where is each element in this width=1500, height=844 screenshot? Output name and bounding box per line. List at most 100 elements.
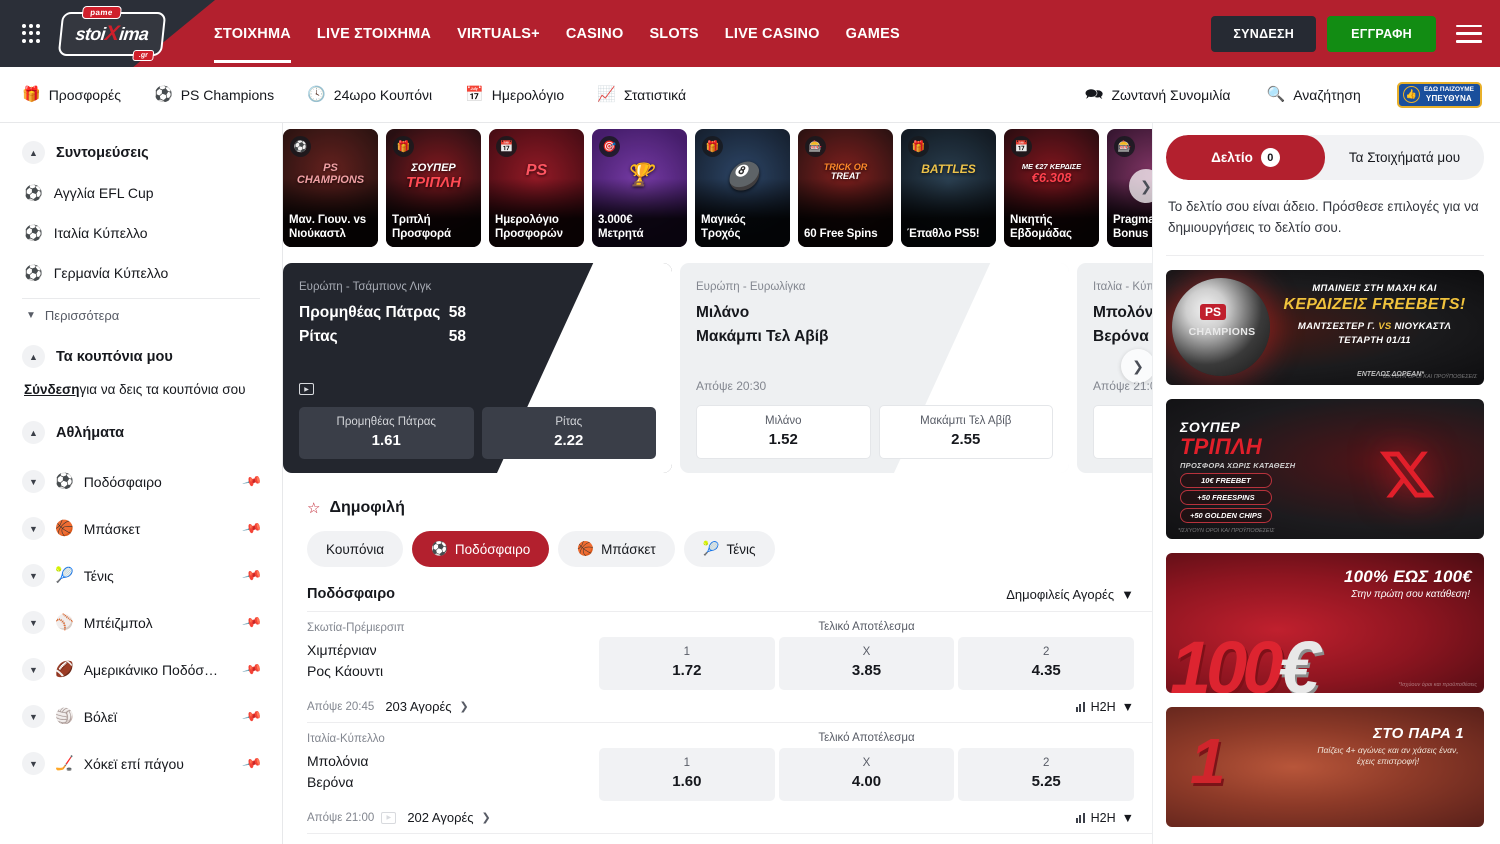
nav-virtuals[interactable]: VIRTUALS+ <box>457 4 540 63</box>
sidebar-sport-tennis[interactable]: ▼ 🎾 Τένις 📌 <box>22 552 260 599</box>
h2h-button[interactable]: H2H ▼ <box>1076 811 1134 825</box>
odd-button[interactable]: Προμηθέας Πάτρας 1.61 <box>299 407 474 459</box>
promo-banner-sto-para-1[interactable]: 1 ΣΤΟ ΠΑΡΑ 1 Παίζεις 4+ αγώνες και αν χά… <box>1166 707 1484 827</box>
table-row[interactable] <box>307 833 1152 839</box>
promo-card[interactable]: 🎱 🎁 Μαγικός Τροχός <box>695 129 790 247</box>
featured-match-card[interactable]: Ευρώπη - Ευρωλίγκα Μιλάνο Μακάμπι Τελ Αβ… <box>680 263 1069 473</box>
sidebar-sports-header[interactable]: ▲ Αθλήματα <box>22 421 260 444</box>
h2h-button[interactable]: H2H ▼ <box>1076 700 1134 714</box>
pin-icon[interactable]: 📌 <box>241 753 263 775</box>
sidebar-shortcuts-header[interactable]: ▲ Συντομεύσεις <box>22 141 260 164</box>
chevron-down-icon[interactable]: ▼ <box>22 658 45 681</box>
nav-live-stoixima[interactable]: LIVE ΣΤΟΙΧΗΜΑ <box>317 4 431 63</box>
featured-match-card[interactable]: Ευρώπη - Τσάμπιονς Λιγκ Προμηθέας Πάτρας… <box>283 263 672 473</box>
site-logo[interactable]: pame stoi X ima .gr <box>57 9 167 59</box>
subnav-calendar[interactable]: 📅 Ημερολόγιο <box>465 87 564 103</box>
pin-icon[interactable]: 📌 <box>241 518 263 540</box>
tab-tennis[interactable]: 🎾 Τένις <box>684 531 775 567</box>
odd-button-1[interactable]: 1 1.60 <box>599 748 775 801</box>
sidebar-sport-basket[interactable]: ▼ 🏀 Μπάσκετ 📌 <box>22 505 260 552</box>
odd-button[interactable]: Μιλάνο 1.52 <box>696 405 871 459</box>
sidebar-sport-american-football[interactable]: ▼ 🏈 Αμερικάνικο Ποδόσ… 📌 <box>22 646 260 693</box>
nav-casino[interactable]: CASINO <box>566 4 624 63</box>
nav-slots[interactable]: SLOTS <box>649 4 698 63</box>
responsible-gaming-badge[interactable]: 👍 ΕΔΩ ΠΑΙΖΟΥΜΕ ΥΠΕΥΘΥΝΑ <box>1397 82 1482 108</box>
hamburger-menu-icon[interactable] <box>1456 25 1482 43</box>
promo-card[interactable]: PS 📅 Ημερολόγιο Προσφορών <box>489 129 584 247</box>
sidebar-more-button[interactable]: ▼ Περισσότερα <box>22 308 260 323</box>
table-row[interactable]: Σκωτία-Πρέμιερσιπ Χιμπέρνιαν Ρος Κάουντι… <box>307 611 1152 722</box>
subnav-ps-champions[interactable]: ⚽ PS Champions <box>154 87 274 103</box>
nav-stoixima[interactable]: ΣΤΟΙΧΗΜΑ <box>214 4 291 63</box>
odd-button[interactable]: Μακάμπι Τελ Αβίβ 2.55 <box>879 405 1054 459</box>
promo-card[interactable]: 🏆 🎯 3.000€ Μετρητά <box>592 129 687 247</box>
sidebar-coupons-header[interactable]: ▲ Τα κουπόνια μου <box>22 345 260 368</box>
nav-games[interactable]: GAMES <box>846 4 900 63</box>
chevron-down-icon[interactable]: ▼ <box>22 611 45 634</box>
sidebar-sport-volleyball[interactable]: ▼ 🏐 Βόλεϊ 📌 <box>22 693 260 740</box>
tab-basket[interactable]: 🏀 Μπάσκετ <box>558 531 674 567</box>
chevron-right-icon[interactable]: ❯ <box>482 811 491 824</box>
odd-value: 1.61 <box>303 432 470 449</box>
sidebar-sport-ice-hockey[interactable]: ▼ 🏒 Χόκεϊ επί πάγου 📌 <box>22 740 260 787</box>
sidebar-sport-podosfairo[interactable]: ▼ ⚽ Ποδόσφαιρο 📌 <box>22 458 260 505</box>
promo-card-title: Μαν. Γιουν. vs Νιούκαστλ <box>289 213 372 241</box>
pin-icon[interactable]: 📌 <box>241 659 263 681</box>
matches-carousel-next-button[interactable]: ❯ <box>1121 349 1152 383</box>
subnav-live-chat[interactable]: 🗪 Ζωντανή Συνομιλία <box>1085 87 1231 103</box>
chevron-down-icon[interactable]: ▼ <box>22 705 45 728</box>
sidebar-shortcut-italia-kypello[interactable]: ⚽ Ιταλία Κύπελλο <box>22 218 260 248</box>
promo-card[interactable]: ΜΕ €27 ΚΕΡΔΙΣΕ€6.308 📅 Νικητής Εβδομάδας <box>1004 129 1099 247</box>
tv-stream-icon[interactable]: ▶ <box>381 812 396 824</box>
table-row[interactable]: Ιταλία-Κύπελλο Μπολόνια Βερόνα Τελικό Απ… <box>307 722 1152 833</box>
pin-icon[interactable]: 📌 <box>241 565 263 587</box>
apps-grid-icon[interactable] <box>21 24 41 44</box>
basketball-icon: 🏀 <box>55 521 74 536</box>
pin-icon[interactable]: 📌 <box>241 612 263 634</box>
pin-icon[interactable]: 📌 <box>241 471 263 493</box>
match-row-markets-count[interactable]: 203 Αγορές <box>385 699 451 714</box>
promo-banner-ps-champions[interactable]: PS CHAMPIONS ΜΠΑΙΝΕΙΣ ΣΤΗ ΜΑΧΗ ΚΑΙ ΚΕΡΔΙ… <box>1166 270 1484 385</box>
promo-card[interactable]: PSCHAMPIONS ⚽ Μαν. Γιουν. vs Νιούκαστλ <box>283 129 378 247</box>
odd-button-2[interactable]: 2 5.25 <box>958 748 1134 801</box>
match-row-markets-count[interactable]: 202 Αγορές <box>407 810 473 825</box>
subnav-search[interactable]: 🔍 Αναζήτηση <box>1267 87 1361 103</box>
register-button[interactable]: ΕΓΓΡΑΦΗ <box>1327 16 1436 52</box>
tab-koupinia[interactable]: Κουπόνια <box>307 531 403 567</box>
sidebar-sport-baseball[interactable]: ▼ ⚾ Μπέιζμπολ 📌 <box>22 599 260 646</box>
odd-button[interactable]: Ρίτας 2.22 <box>482 407 657 459</box>
sidebar-shortcut-efl-cup[interactable]: ⚽ Αγγλία EFL Cup <box>22 178 260 208</box>
featured-match-card[interactable]: Ιταλία - Κύπελλο Μπολόνια Βερόνα Απόψε 2… <box>1077 263 1152 473</box>
promo-banner-super-tripli[interactable]: 𝕩 ΣΟΥΠΕΡ ΤΡΙΠΛΗ ΠΡΟΣΦΟΡΑ ΧΩΡΙΣ ΚΑΤΑΘΕΣΗ … <box>1166 399 1484 539</box>
chevron-down-icon[interactable]: ▼ <box>22 470 45 493</box>
tab-my-bets[interactable]: Τα Στοιχήματά μου <box>1325 135 1484 180</box>
odd-button-1[interactable]: 1 1.72 <box>599 637 775 690</box>
promo-banner-welcome-bonus[interactable]: 100% ΕΩΣ 100€ Στην πρώτη σου κατάθεση! 1… <box>1166 553 1484 693</box>
promo-card[interactable]: ΣΟΥΠΕΡΤΡΙΠΛΗ 🎁 Τριπλή Προσφορά <box>386 129 481 247</box>
login-button[interactable]: ΣΥΝΔΕΣΗ <box>1211 16 1316 52</box>
tab-podosfairo[interactable]: ⚽ Ποδόσφαιρο <box>412 531 549 567</box>
subnav-statistics[interactable]: 📈 Στατιστικά <box>597 87 686 103</box>
odd-button-2[interactable]: 2 4.35 <box>958 637 1134 690</box>
top-header: pame stoi X ima .gr ΣΤΟΙΧΗΜΑ LIVE ΣΤΟΙΧΗ… <box>0 0 1500 67</box>
pin-icon[interactable]: 📌 <box>241 706 263 728</box>
chevron-down-icon[interactable]: ▼ <box>22 564 45 587</box>
volleyball-icon: 🏐 <box>55 709 74 724</box>
promo-card[interactable]: TRICK ORTREAT 🎰 60 Free Spins <box>798 129 893 247</box>
sidebar-login-link[interactable]: Σύνδεση <box>24 382 80 397</box>
chevron-down-icon[interactable]: ▼ <box>22 517 45 540</box>
subnav-24h-coupon[interactable]: 🕓 24ωρο Κουπόνι <box>307 87 432 103</box>
promo-card[interactable]: BATTLES 🎁 Έπαθλο PS5! <box>901 129 996 247</box>
chevron-right-icon[interactable]: ❯ <box>460 700 469 713</box>
odd-value: 1.60 <box>603 773 771 790</box>
tab-betslip[interactable]: Δελτίο 0 <box>1166 135 1325 180</box>
odd-button[interactable]: 1 1.60 <box>1093 405 1152 459</box>
tv-stream-icon[interactable]: ▶ <box>299 383 314 395</box>
markets-selector[interactable]: Δημοφιλείς Αγορές ▼ <box>1006 587 1134 602</box>
sidebar-shortcut-germania-kypello[interactable]: ⚽ Γερμανία Κύπελλο <box>22 258 260 288</box>
odd-button-x[interactable]: X 4.00 <box>779 748 955 801</box>
chevron-down-icon[interactable]: ▼ <box>22 752 45 775</box>
odd-button-x[interactable]: X 3.85 <box>779 637 955 690</box>
nav-live-casino[interactable]: LIVE CASINO <box>725 4 820 63</box>
subnav-offers[interactable]: 🎁 Προσφορές <box>22 87 121 103</box>
